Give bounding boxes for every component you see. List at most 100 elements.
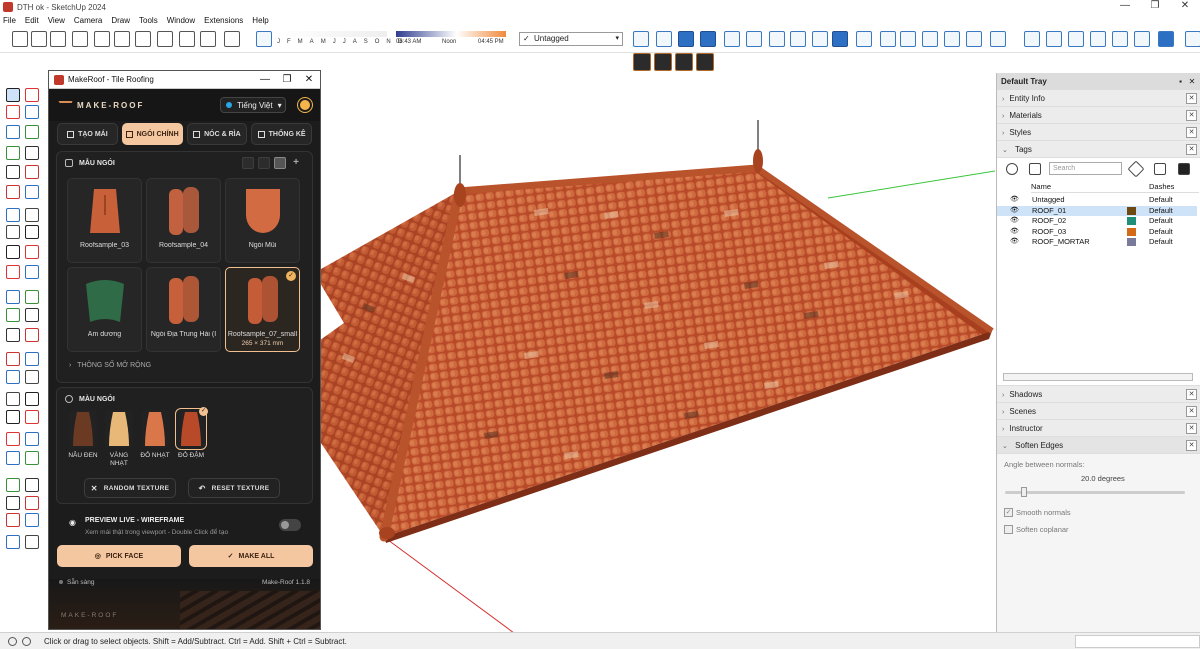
- toolbar-tool-icon[interactable]: [157, 31, 173, 47]
- reset-texture-button[interactable]: ↶ RESET TEXTURE: [188, 478, 280, 498]
- panel-close-icon[interactable]: ✕: [1186, 423, 1197, 434]
- toolbar-tool-icon[interactable]: [1158, 31, 1174, 47]
- shadow-time-slider[interactable]: [396, 31, 506, 37]
- toolbar-tool-icon[interactable]: [1090, 31, 1106, 47]
- menu-window[interactable]: Window: [167, 16, 195, 25]
- shadow-date-slider[interactable]: [277, 31, 387, 37]
- color-swatch[interactable]: VÀNG NHẠT: [103, 410, 135, 468]
- tag-dashes[interactable]: Default: [1149, 237, 1173, 247]
- panel-entity-info[interactable]: › Entity Info ✕: [997, 90, 1200, 107]
- drawing-tool-icon[interactable]: [25, 245, 39, 259]
- toolbar-tool-icon[interactable]: [700, 31, 716, 47]
- large-grid-icon[interactable]: [274, 157, 286, 169]
- panel-soften-edges[interactable]: ⌄ Soften Edges ✕: [997, 437, 1200, 454]
- toolbar-tool-icon[interactable]: [1046, 31, 1062, 47]
- color-swatch[interactable]: ✓ ĐỎ ĐẬM: [175, 407, 208, 468]
- drawing-tool-icon[interactable]: [6, 370, 20, 384]
- drawing-tool-icon[interactable]: [25, 165, 39, 179]
- toolbar-tool-icon[interactable]: [880, 31, 896, 47]
- drawing-tool-icon[interactable]: [25, 392, 39, 406]
- drawing-tool-icon[interactable]: [25, 535, 39, 549]
- toolbar-tool-icon[interactable]: [678, 31, 694, 47]
- panel-close-icon[interactable]: ✕: [1186, 406, 1197, 417]
- toolbar-tool-icon[interactable]: [656, 31, 672, 47]
- drawing-tool-icon[interactable]: [6, 146, 20, 160]
- menu-tools[interactable]: Tools: [139, 16, 158, 25]
- tag-color-swatch[interactable]: [1127, 217, 1136, 225]
- toolbar-tool-icon[interactable]: [12, 31, 28, 47]
- eye-icon[interactable]: 👁: [1010, 195, 1019, 205]
- drawing-tool-icon[interactable]: [25, 105, 39, 119]
- makeroof-tool-icon[interactable]: [633, 53, 651, 71]
- drawing-tool-icon[interactable]: [6, 208, 20, 222]
- toolbar-tool-icon[interactable]: [1024, 31, 1040, 47]
- tags-horizontal-scrollbar[interactable]: [1003, 373, 1193, 381]
- measurements-box[interactable]: [1075, 635, 1200, 648]
- plugin-minimize-button[interactable]: —: [254, 71, 276, 89]
- plugin-maximize-button[interactable]: ❐: [276, 71, 298, 89]
- tile-card[interactable]: Roofsample_07_small 265 × 371 mm ✓: [225, 267, 300, 352]
- toolbar-tool-icon[interactable]: [1112, 31, 1128, 47]
- drawing-tool-icon[interactable]: [6, 265, 20, 279]
- makeroof-tile-icon[interactable]: [654, 53, 672, 71]
- drawing-tool-icon[interactable]: [25, 125, 39, 139]
- menu-edit[interactable]: Edit: [25, 16, 39, 25]
- active-tag-dropdown[interactable]: ✓ Untagged ▾: [519, 32, 623, 46]
- drawing-tool-icon[interactable]: [25, 185, 39, 199]
- drawing-tool-icon[interactable]: [6, 478, 20, 492]
- toolbar-tool-icon[interactable]: [832, 31, 848, 47]
- eyedropper-icon[interactable]: [1127, 160, 1145, 178]
- pick-face-button[interactable]: ◎ PICK FACE: [57, 545, 181, 567]
- restore-button[interactable]: ❐: [1140, 0, 1170, 11]
- panel-close-icon[interactable]: ✕: [1186, 144, 1197, 155]
- details-icon[interactable]: [1178, 163, 1190, 175]
- panel-instructor[interactable]: › Instructor ✕: [997, 420, 1200, 437]
- toolbar-tool-icon[interactable]: [135, 31, 151, 47]
- angle-slider[interactable]: [1005, 491, 1185, 494]
- tag-row[interactable]: 👁 Untagged Default: [997, 195, 1197, 205]
- eye-icon[interactable]: 👁: [1010, 227, 1019, 237]
- add-tile-button[interactable]: +: [290, 157, 302, 169]
- toolbar-tool-icon[interactable]: [944, 31, 960, 47]
- drawing-tool-icon[interactable]: [25, 432, 39, 446]
- drawing-tool-icon[interactable]: [6, 308, 20, 322]
- toolbar-tool-icon[interactable]: [966, 31, 982, 47]
- drawing-tool-icon[interactable]: [25, 352, 39, 366]
- drawing-tool-icon[interactable]: [6, 125, 20, 139]
- menu-extensions[interactable]: Extensions: [204, 16, 243, 25]
- tab-th-ng-k-[interactable]: THỐNG KÊ: [251, 123, 312, 145]
- drawing-tool-icon[interactable]: [25, 513, 39, 527]
- drawing-tool-icon[interactable]: [25, 451, 39, 465]
- eye-icon[interactable]: 👁: [1010, 206, 1019, 216]
- drawing-tool-icon[interactable]: [6, 225, 20, 239]
- toolbar-tool-icon[interactable]: [922, 31, 938, 47]
- toolbar-tool-icon[interactable]: [114, 31, 130, 47]
- panel-shadows[interactable]: › Shadows ✕: [997, 386, 1200, 403]
- drawing-tool-icon[interactable]: [25, 265, 39, 279]
- geo-location-icon[interactable]: [8, 636, 17, 646]
- panel-materials[interactable]: › Materials ✕: [997, 107, 1200, 124]
- drawing-tool-icon[interactable]: [25, 410, 39, 424]
- menu-camera[interactable]: Camera: [74, 16, 102, 25]
- tab-t-o-m-i[interactable]: TẠO MÁI: [57, 123, 118, 145]
- toolbar-tool-icon[interactable]: [724, 31, 740, 47]
- toolbar-tool-icon[interactable]: [1185, 31, 1200, 47]
- drawing-tool-icon[interactable]: [6, 185, 20, 199]
- panel-tags[interactable]: ⌄ Tags ✕: [997, 141, 1200, 158]
- drawing-tool-icon[interactable]: [25, 496, 39, 510]
- toolbar-tool-icon[interactable]: [94, 31, 110, 47]
- toolbar-tool-icon[interactable]: [856, 31, 872, 47]
- drawing-tool-icon[interactable]: [25, 146, 39, 160]
- toolbar-tool-icon[interactable]: [812, 31, 828, 47]
- drawing-tool-icon[interactable]: [6, 245, 20, 259]
- drawing-tool-icon[interactable]: [6, 290, 20, 304]
- eye-icon[interactable]: 👁: [1010, 237, 1019, 247]
- panel-styles[interactable]: › Styles ✕: [997, 124, 1200, 141]
- drawing-tool-icon[interactable]: [6, 535, 20, 549]
- credits-icon[interactable]: [22, 636, 31, 646]
- drawing-tool-icon[interactable]: [6, 328, 20, 342]
- panel-close-icon[interactable]: ✕: [1186, 440, 1197, 451]
- toolbar-tool-icon[interactable]: [179, 31, 195, 47]
- smooth-normals-checkbox[interactable]: ✓: [1004, 508, 1013, 517]
- tag-col-dashes[interactable]: Dashes: [1149, 182, 1174, 191]
